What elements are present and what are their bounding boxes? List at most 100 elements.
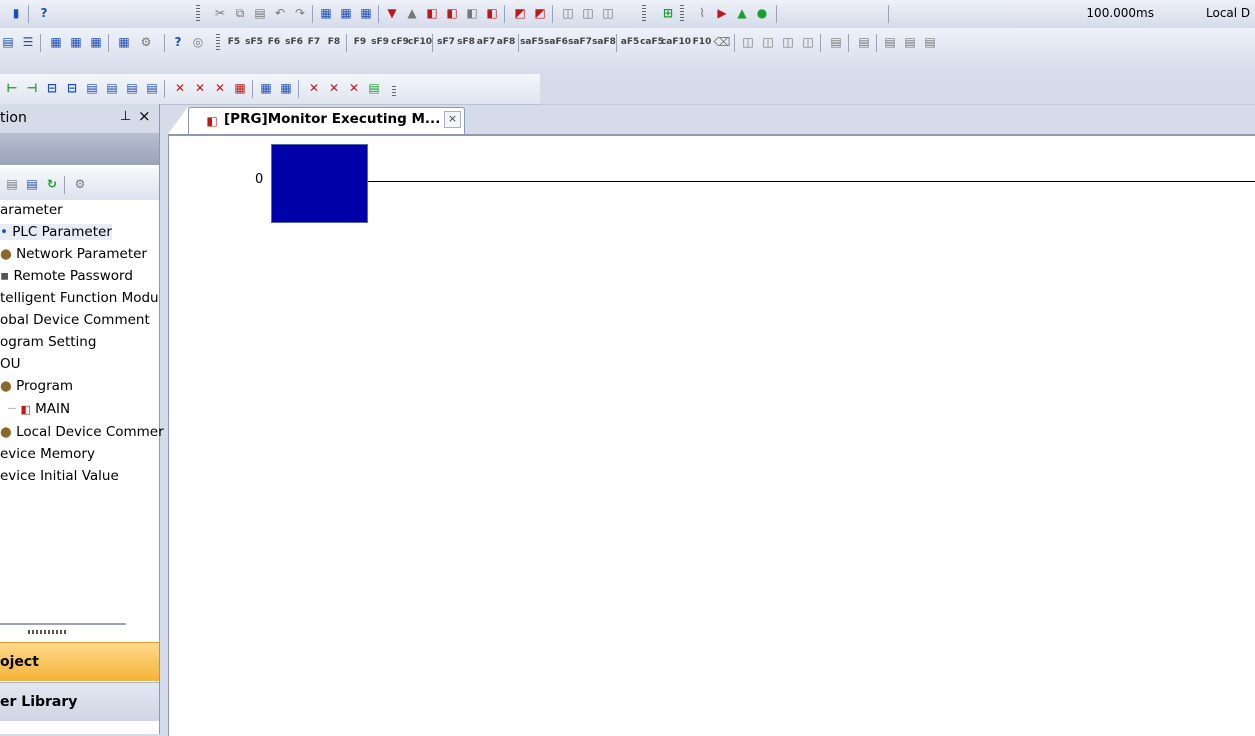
property-icon[interactable]: ▤ [4,176,20,192]
coil-icon[interactable]: F7 [306,34,322,50]
device-search-icon[interactable]: ▦ [318,5,334,21]
comment-icon[interactable]: ▤ [828,34,844,50]
project-tab-button[interactable]: oject [0,642,159,681]
tree-item-global-device-comment[interactable]: obal Device Comment [0,312,150,328]
insert-column-icon[interactable]: ⊣ [24,80,40,96]
operation-falling-icon[interactable]: caF5 [640,34,664,50]
close-branch-icon[interactable]: sF6 [285,34,303,50]
ladder-block-icon[interactable]: ▤ [104,80,120,96]
open-branch-icon[interactable]: sF5 [245,34,263,50]
rising-pulse-icon[interactable]: sF7 [437,34,455,50]
toggle-icon[interactable]: ✕ [212,80,228,96]
instruction-search-icon[interactable]: ▦ [358,5,374,21]
pin-icon[interactable]: ⊥ [120,109,131,124]
redo-icon[interactable]: ↷ [292,5,308,21]
save-icon[interactable]: ▮ [8,5,24,21]
simulation-start-icon[interactable]: ◩ [512,5,528,21]
device-cc-icon[interactable]: ▦ [88,34,104,50]
block-icon[interactable]: ◫ [760,34,776,50]
toolbar-grip[interactable] [216,34,220,52]
force-off-icon[interactable]: ✕ [192,80,208,96]
refresh-icon[interactable]: ↻ [44,176,60,192]
negated-falling-icon[interactable]: saF6 [544,34,568,50]
insert-row-icon[interactable]: ⊢ [4,80,20,96]
help-icon[interactable]: ? [36,5,52,21]
device-view-icon[interactable]: ▦ [116,34,132,50]
tree-item-local-device-comment[interactable]: ● Local Device Commer [0,424,164,440]
table-icon[interactable]: ▦ [232,80,248,96]
delete-vertical-icon[interactable]: cF10 [408,34,432,50]
simulation-stop-icon[interactable]: ◩ [532,5,548,21]
invert-operation-icon[interactable]: caF10 [661,34,691,50]
delete-column-icon[interactable]: ⊟ [64,80,80,96]
horizontal-line-icon[interactable]: F9 [352,34,368,50]
tree-item-device-initial-value[interactable]: evice Initial Value [0,468,119,484]
note-icon[interactable]: ▤ [922,34,938,50]
line-delete-icon[interactable]: ⌫ [714,34,731,50]
run-icon[interactable]: ▶ [714,5,730,21]
tree-item-plc-parameter[interactable]: • PLC Parameter [0,224,112,240]
set-reset-icon[interactable]: ✕ [346,80,362,96]
register-icon[interactable]: ▤ [366,80,382,96]
list-icon[interactable]: ☰ [20,34,36,50]
ladder-cursor[interactable] [271,144,368,223]
paste-icon[interactable]: ▤ [252,5,268,21]
note-icon[interactable]: ▤ [882,34,898,50]
set-icon[interactable]: ✕ [306,80,322,96]
device-icon[interactable]: ▦ [48,34,64,50]
read-from-plc-icon[interactable]: ▲ [404,5,420,21]
monitor-write-icon[interactable]: ◧ [484,5,500,21]
tree-item-parameter[interactable]: arameter [0,202,63,218]
close-contact-icon[interactable]: F6 [266,34,282,50]
binoculars-icon[interactable]: ◎ [190,34,206,50]
verify-icon[interactable]: ◧ [424,5,440,21]
toolbar-grip[interactable] [392,86,396,96]
ladder-block-icon[interactable]: ▤ [144,80,160,96]
navigation-splitter[interactable] [0,612,159,636]
project-icon[interactable]: ▤ [0,34,16,50]
tree-item-pou[interactable]: OU [0,356,21,372]
open-contact-icon[interactable]: F5 [226,34,242,50]
toolbar-grip[interactable] [196,5,200,23]
delete-row-icon[interactable]: ⊟ [44,80,60,96]
tree-item-main[interactable]: ┈ ◧ MAIN [8,401,70,417]
falling-pulse-icon[interactable]: sF8 [457,34,475,50]
tree-item-device-memory[interactable]: evice Memory [0,446,95,462]
close-icon[interactable]: × [138,107,151,125]
delete-horizontal-icon[interactable]: cF9 [391,34,409,50]
write-to-plc-icon[interactable]: ▼ [384,5,400,21]
negated-rising-branch-icon[interactable]: saF7 [568,34,592,50]
program-step-icon[interactable]: ⊞ [660,5,676,21]
block-icon[interactable]: ◫ [800,34,816,50]
application-instruction-icon[interactable]: F8 [326,34,342,50]
warning-icon[interactable]: ▲ [734,5,750,21]
ladder-block-icon[interactable]: ▤ [84,80,100,96]
device-test-icon[interactable]: ▦ [278,80,294,96]
tree-item-intelligent-function-module[interactable]: telligent Function Modu [0,290,159,306]
tools-dropdown-icon[interactable]: ⚙ [138,34,154,50]
monitor-stop-icon[interactable]: ◧ [464,5,480,21]
device-replace-icon[interactable]: ▦ [338,5,354,21]
vertical-line-icon[interactable]: sF9 [371,34,389,50]
block-icon[interactable]: ◫ [780,34,796,50]
tree-item-remote-password[interactable]: ▪ Remote Password [0,268,133,284]
rising-pulse-branch-icon[interactable]: aF7 [477,34,495,50]
negated-falling-branch-icon[interactable]: saF8 [592,34,616,50]
monitor-start-icon[interactable]: ◧ [444,5,460,21]
help-circle-icon[interactable]: ? [170,34,186,50]
toolbar-grip[interactable] [680,5,684,23]
tree-item-program[interactable]: ● Program [0,378,73,394]
statement-icon[interactable]: ▤ [856,34,872,50]
force-on-icon[interactable]: ✕ [172,80,188,96]
device-test-icon[interactable]: ▦ [258,80,274,96]
ladder-editor[interactable]: 0 [168,134,1255,736]
tree-item-network-parameter[interactable]: ● Network Parameter [0,246,147,262]
toolbar-grip[interactable] [642,5,646,23]
reset-icon[interactable]: ✕ [326,80,342,96]
new-data-icon[interactable]: ▤ [24,176,40,192]
falling-pulse-branch-icon[interactable]: aF8 [497,34,515,50]
tree-item-program-setting[interactable]: ogram Setting [0,334,96,350]
sampling-trace-icon[interactable]: ⌇ [694,5,710,21]
settings-dropdown-icon[interactable]: ⚙ [72,176,88,192]
ladder-block-icon[interactable]: ▤ [124,80,140,96]
